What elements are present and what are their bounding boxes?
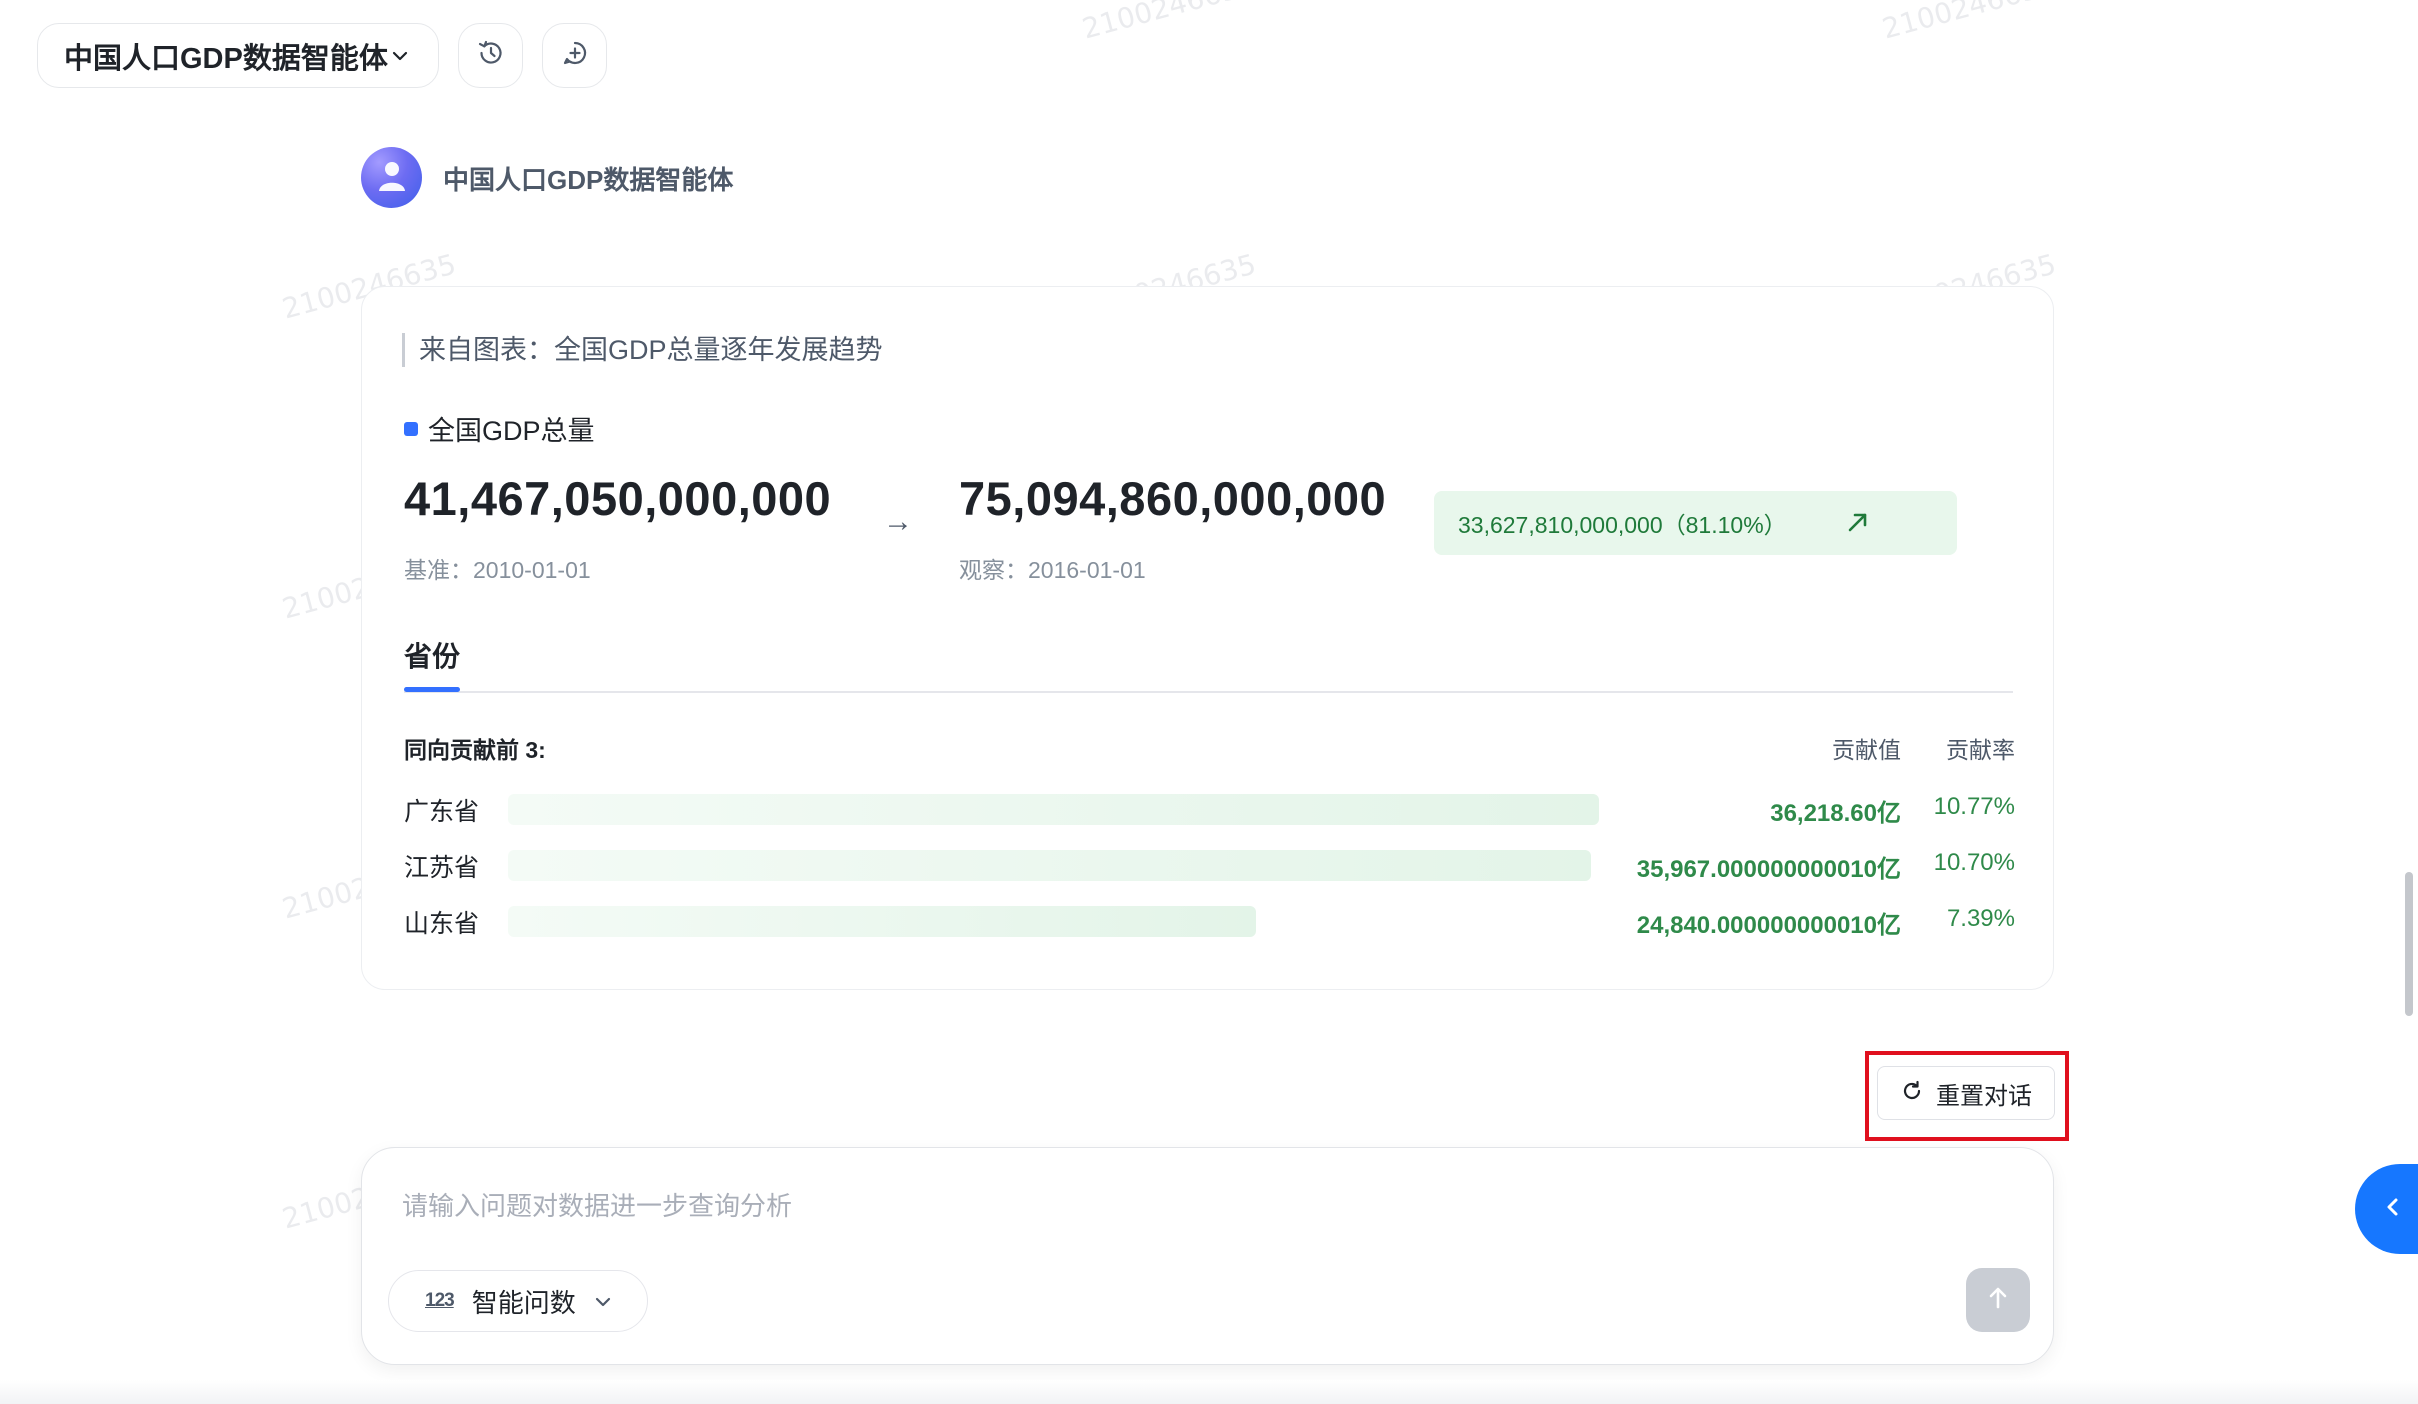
metric-name: 全国GDP总量: [428, 416, 595, 446]
contribution-value: 36,218.60亿: [1770, 800, 1901, 827]
number-mode-icon: 123: [425, 1290, 455, 1311]
series-color-dot: [404, 421, 418, 436]
contribution-bar: [508, 850, 1591, 881]
metric-title: 全国GDP总量: [404, 409, 595, 448]
refresh-icon: [1900, 1079, 1924, 1108]
arrow-right-icon: →: [883, 505, 913, 538]
contribution-value: 35,967.000000000010亿: [1636, 856, 1901, 883]
chevron-down-icon: [593, 1292, 613, 1317]
mode-label: 智能问数: [471, 1287, 576, 1318]
contribution-bar: [508, 794, 1599, 825]
contribution-row-label: 山东省: [404, 910, 480, 938]
analysis-card: 来自图表：全国GDP总量逐年发展趋势 全国GDP总量 41,467,050,00…: [361, 286, 2054, 990]
base-date: 基准：2010-01-01: [404, 557, 591, 583]
agent-avatar: [361, 147, 422, 208]
user-avatar-icon: [372, 155, 412, 200]
chevron-down-icon: [390, 46, 410, 71]
agent-selector-label: 中国人口GDP数据智能体: [64, 42, 388, 75]
contribution-row-label: 江苏省: [404, 854, 480, 882]
chevron-left-icon: [2383, 1195, 2403, 1224]
side-panel-toggle[interactable]: [2355, 1164, 2418, 1254]
change-value: 33,627,810,000,000（81.10%）: [1458, 512, 1787, 538]
question-input[interactable]: [402, 1186, 1902, 1230]
contribution-rate: 10.77%: [1933, 793, 2015, 820]
contribution-bar-fill: [508, 906, 1256, 937]
reset-conversation-button[interactable]: 重置对话: [1877, 1066, 2055, 1120]
chart-source: 来自图表：全国GDP总量逐年发展趋势: [402, 333, 883, 367]
send-button[interactable]: [1966, 1268, 2030, 1332]
contribution-row-label: 广东省: [404, 798, 480, 826]
agent-name: 中国人口GDP数据智能体: [443, 165, 734, 195]
agent-selector[interactable]: 中国人口GDP数据智能体: [37, 23, 439, 88]
history-icon: [475, 37, 507, 74]
contribution-bar: [508, 906, 1256, 937]
mode-selector[interactable]: 123 智能问数: [388, 1270, 648, 1332]
reset-conversation-label: 重置对话: [1936, 1082, 2032, 1110]
contribution-bar-fill: [508, 850, 1591, 881]
history-button[interactable]: [458, 23, 523, 88]
column-header-rate: 贡献率: [1946, 737, 2015, 763]
base-value: 41,467,050,000,000: [404, 472, 832, 525]
new-chat-button[interactable]: [542, 23, 607, 88]
contribution-title: 同向贡献前 3:: [404, 737, 546, 763]
watermark-text: 2100246635: [1078, 0, 1260, 46]
tab-divider: [404, 691, 2013, 693]
observed-date: 观察：2016-01-01: [959, 557, 1146, 583]
contribution-value: 24,840.000000000010亿: [1636, 912, 1901, 939]
change-badge: 33,627,810,000,000（81.10%）: [1434, 491, 1957, 555]
arrow-up-icon: [1984, 1284, 2012, 1317]
tab-active-indicator: [404, 687, 460, 692]
watermark-text: 2100246635: [1878, 0, 2060, 46]
contribution-rate: 7.39%: [1946, 905, 2015, 932]
scrollbar[interactable]: [2405, 872, 2413, 1016]
new-chat-icon: [559, 37, 591, 74]
observed-value: 75,094,860,000,000: [959, 472, 1387, 525]
contribution-bar-fill: [508, 794, 1599, 825]
tab-province[interactable]: 省份: [404, 635, 460, 675]
trend-up-icon: [1845, 509, 1871, 540]
composer: 123 智能问数: [361, 1147, 2054, 1365]
contribution-rate: 10.70%: [1933, 849, 2015, 876]
column-header-value: 贡献值: [1832, 737, 1901, 763]
bottom-edge: [0, 1380, 2418, 1404]
